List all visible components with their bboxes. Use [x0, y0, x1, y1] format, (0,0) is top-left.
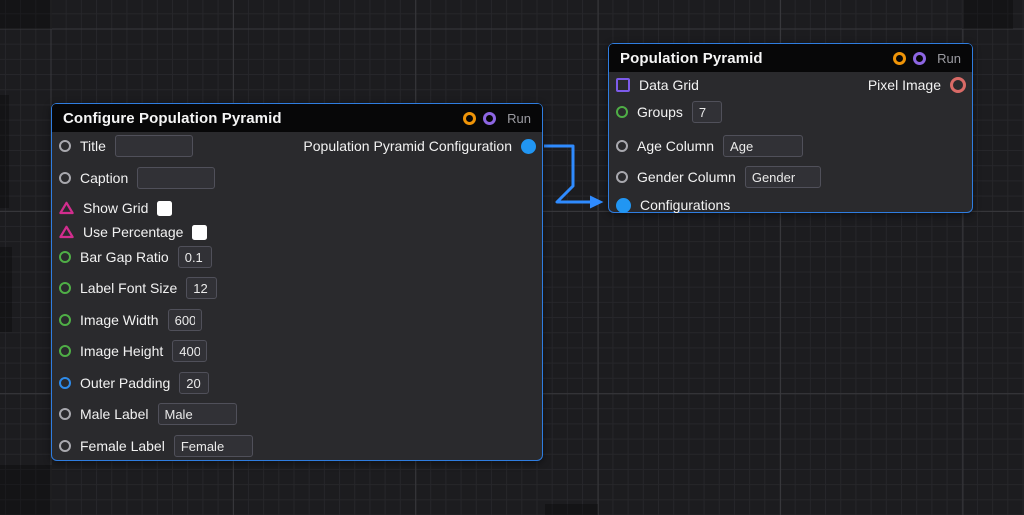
- input-label: Male Label: [80, 406, 149, 422]
- node-header[interactable]: Configure Population Pyramid Run: [52, 104, 542, 132]
- input-row-groups: Groups: [609, 100, 722, 124]
- node-configure-population-pyramid[interactable]: Configure Population Pyramid Run Populat…: [51, 103, 543, 461]
- output-port-pixel-image[interactable]: [950, 77, 966, 93]
- node-title: Configure Population Pyramid: [63, 109, 282, 127]
- node-title: Population Pyramid: [620, 49, 763, 67]
- input-port-image-height[interactable]: [59, 345, 71, 357]
- node-header[interactable]: Population Pyramid Run: [609, 44, 972, 72]
- input-port-configurations[interactable]: [616, 197, 631, 213]
- connection-wire[interactable]: [544, 144, 591, 204]
- grid-dark-patch: [0, 465, 52, 515]
- output-port-configuration[interactable]: [521, 138, 536, 154]
- input-label: Use Percentage: [83, 224, 184, 240]
- grid-dark-patch: [0, 95, 9, 208]
- output-row-pixel-image: Pixel Image: [868, 73, 972, 97]
- triangle-icon: [59, 201, 74, 215]
- input-port-image-width[interactable]: [59, 314, 71, 326]
- input-port-female-label[interactable]: [59, 440, 71, 452]
- input-row-title: Title: [52, 134, 193, 158]
- input-row-male-label: Male Label: [52, 402, 237, 426]
- node-population-pyramid[interactable]: Population Pyramid Run Data Grid Pixel I…: [608, 43, 973, 213]
- caption-input[interactable]: [137, 167, 216, 189]
- show-grid-checkbox[interactable]: [157, 200, 173, 216]
- input-row-data-grid: Data Grid: [609, 73, 699, 97]
- female-label-input[interactable]: [173, 435, 253, 457]
- input-port-age-column[interactable]: [616, 140, 628, 152]
- label-font-size-input[interactable]: [186, 277, 218, 299]
- input-row-image-width: Image Width: [52, 308, 202, 332]
- input-port-show-grid[interactable]: [59, 201, 74, 215]
- input-label: Title: [80, 138, 106, 154]
- input-label: Bar Gap Ratio: [80, 249, 169, 265]
- input-row-show-grid: Show Grid: [52, 196, 173, 220]
- male-label-input[interactable]: [157, 403, 237, 425]
- input-label: Configurations: [640, 197, 731, 213]
- input-label: Image Width: [80, 312, 159, 328]
- input-row-label-font-size: Label Font Size: [52, 276, 218, 300]
- node-editor-canvas[interactable]: Configure Population Pyramid Run Populat…: [0, 0, 1024, 515]
- input-row-caption: Caption: [52, 166, 216, 190]
- input-label: Data Grid: [639, 77, 699, 93]
- input-row-configurations: Configurations: [609, 193, 730, 217]
- run-button[interactable]: Run: [937, 51, 961, 66]
- input-port-outer-padding[interactable]: [59, 377, 71, 389]
- input-row-image-height: Image Height: [52, 339, 208, 363]
- input-port-use-percentage[interactable]: [59, 225, 74, 239]
- input-port-title[interactable]: [59, 140, 71, 152]
- bar-gap-ratio-input[interactable]: [177, 246, 212, 268]
- groups-input[interactable]: [691, 101, 722, 123]
- input-row-gender-column: Gender Column: [609, 165, 821, 189]
- input-port-label-font-size[interactable]: [59, 282, 71, 294]
- input-label: Caption: [80, 170, 129, 186]
- grid-dark-patch: [0, 0, 52, 29]
- input-label: Image Height: [80, 343, 164, 359]
- input-row-outer-padding: Outer Padding: [52, 371, 210, 395]
- input-port-groups[interactable]: [616, 106, 628, 118]
- output-label: Population Pyramid Configuration: [303, 138, 512, 154]
- gender-column-input[interactable]: [744, 166, 821, 188]
- triangle-icon: [59, 225, 74, 239]
- input-port-gender-column[interactable]: [616, 171, 628, 183]
- input-row-female-label: Female Label: [52, 434, 253, 458]
- header-purple-port-icon[interactable]: [483, 111, 497, 125]
- input-port-bar-gap-ratio[interactable]: [59, 251, 71, 263]
- header-purple-port-icon[interactable]: [913, 51, 927, 65]
- outer-padding-input[interactable]: [179, 372, 210, 394]
- input-row-use-percentage: Use Percentage: [52, 220, 208, 244]
- input-label: Female Label: [80, 438, 165, 454]
- input-row-bar-gap-ratio: Bar Gap Ratio: [52, 245, 212, 269]
- input-port-male-label[interactable]: [59, 408, 71, 420]
- title-input[interactable]: [114, 135, 193, 157]
- input-row-age-column: Age Column: [609, 134, 804, 158]
- output-row-configuration: Population Pyramid Configuration: [303, 134, 542, 158]
- output-label: Pixel Image: [867, 77, 941, 93]
- input-port-data-grid[interactable]: [616, 78, 630, 92]
- grid-dark-patch: [962, 0, 1013, 29]
- header-orange-port-icon[interactable]: [463, 111, 477, 125]
- grid-dark-patch: [0, 247, 12, 332]
- input-label: Label Font Size: [80, 280, 178, 296]
- header-orange-port-icon[interactable]: [893, 51, 907, 65]
- image-height-input[interactable]: [172, 340, 208, 362]
- input-label: Outer Padding: [80, 375, 171, 391]
- image-width-input[interactable]: [167, 309, 202, 331]
- input-label: Show Grid: [83, 200, 149, 216]
- connection-arrowhead-icon: [590, 195, 604, 209]
- age-column-input[interactable]: [723, 135, 804, 157]
- input-label: Gender Column: [637, 169, 736, 185]
- input-port-caption[interactable]: [59, 172, 71, 184]
- run-button[interactable]: Run: [507, 111, 531, 126]
- input-label: Groups: [637, 104, 683, 120]
- input-label: Age Column: [637, 138, 715, 154]
- use-percentage-checkbox[interactable]: [192, 224, 208, 240]
- grid-dark-patch: [545, 504, 598, 515]
